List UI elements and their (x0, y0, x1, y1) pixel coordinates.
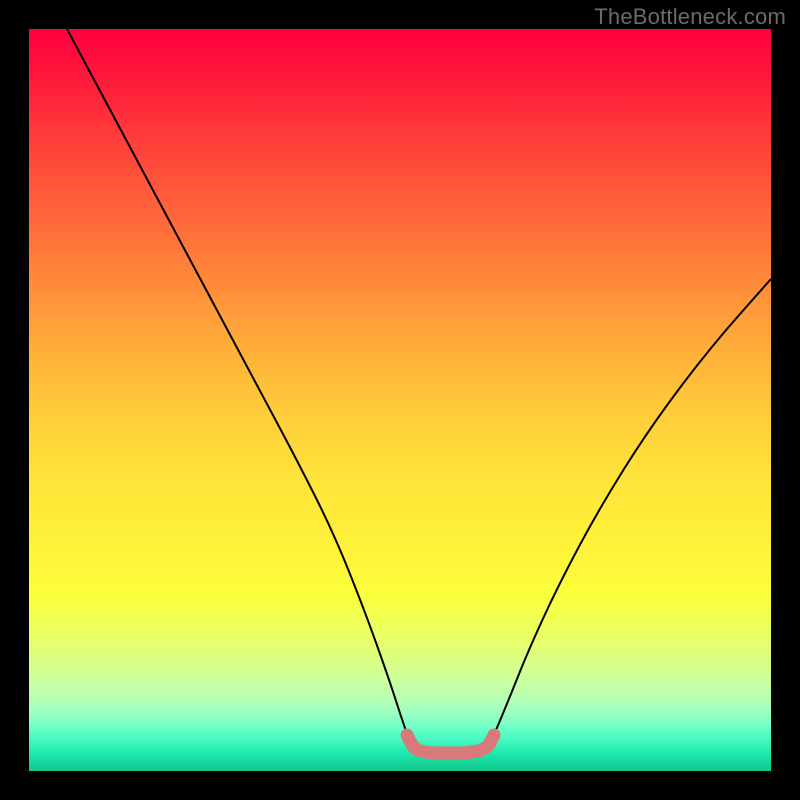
watermark-text: TheBottleneck.com (594, 4, 786, 30)
chart-frame: TheBottleneck.com (0, 0, 800, 800)
valley-highlight (407, 735, 494, 753)
bottleneck-curve (67, 29, 771, 753)
plot-area (29, 29, 771, 771)
curve-layer (29, 29, 771, 771)
